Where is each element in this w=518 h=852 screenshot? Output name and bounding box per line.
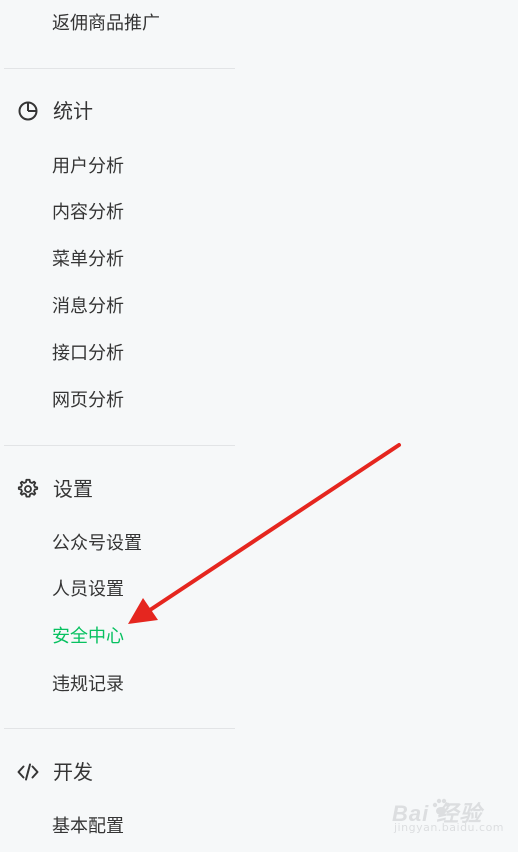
- menu-item-api-analysis[interactable]: 接口分析: [52, 342, 124, 366]
- baidu-watermark: Bai 经验 jingyan.baidu.com: [392, 796, 505, 838]
- menu-item-content-analysis[interactable]: 内容分析: [52, 201, 124, 225]
- code-icon: [16, 760, 40, 784]
- menu-item-security-center[interactable]: 安全中心: [52, 625, 124, 649]
- menu-item-user-analysis[interactable]: 用户分析: [52, 155, 124, 179]
- divider: [4, 68, 235, 69]
- menu-item-menu-analysis[interactable]: 菜单分析: [52, 248, 124, 272]
- menu-item-account-settings[interactable]: 公众号设置: [52, 532, 142, 556]
- menu-item-staff-settings[interactable]: 人员设置: [52, 578, 124, 602]
- menu-item-webpage-analysis[interactable]: 网页分析: [52, 389, 124, 413]
- menu-item-basic-config[interactable]: 基本配置: [52, 815, 124, 839]
- watermark-url: jingyan.baidu.com: [394, 821, 505, 834]
- sidebar-menu: 返佣商品推广 统计 用户分析 内容分析 菜单分析 消息分析 接口分析 网页分析 …: [0, 0, 236, 852]
- menu-item-rebate-promotion[interactable]: 返佣商品推广: [52, 12, 160, 36]
- paw-logo-icon: [432, 798, 451, 815]
- section-title-settings[interactable]: 设置: [53, 476, 93, 502]
- section-title-statistics[interactable]: 统计: [53, 98, 93, 124]
- divider: [4, 728, 235, 729]
- gear-icon: [16, 477, 40, 501]
- menu-item-violation-records[interactable]: 违规记录: [52, 673, 124, 697]
- divider: [4, 445, 235, 446]
- pie-chart-icon: [16, 99, 40, 123]
- section-title-develop[interactable]: 开发: [53, 759, 93, 785]
- menu-item-message-analysis[interactable]: 消息分析: [52, 295, 124, 319]
